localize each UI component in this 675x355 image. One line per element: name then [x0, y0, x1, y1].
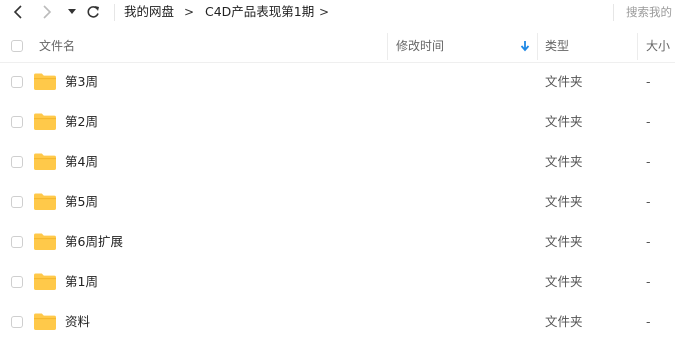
file-type: 文件夹 — [545, 74, 583, 89]
row-checkbox[interactable] — [11, 276, 23, 288]
breadcrumb-separator: > — [184, 5, 195, 19]
divider — [613, 4, 614, 21]
column-divider[interactable] — [387, 33, 388, 60]
file-type: 文件夹 — [545, 114, 583, 129]
row-checkbox[interactable] — [11, 156, 23, 168]
table-row[interactable]: 第5周 文件夹 - — [0, 182, 675, 222]
folder-icon — [34, 113, 56, 130]
table-row[interactable]: 第2周 文件夹 - — [0, 102, 675, 142]
refresh-icon — [87, 6, 99, 18]
table-row[interactable]: 第4周 文件夹 - — [0, 142, 675, 182]
table-row[interactable]: 第1周 文件夹 - — [0, 262, 675, 302]
file-size: - — [646, 114, 651, 129]
file-name[interactable]: 第3周 — [65, 62, 98, 102]
file-name[interactable]: 第1周 — [65, 262, 98, 302]
file-name[interactable]: 第5周 — [65, 182, 98, 222]
file-size: - — [646, 234, 651, 249]
history-dropdown-button[interactable] — [66, 4, 78, 20]
column-divider[interactable] — [537, 33, 538, 60]
folder-icon — [34, 73, 56, 90]
navigation-bar: 我的网盘 > C4D产品表现第1期 > — [0, 0, 675, 25]
row-checkbox[interactable] — [11, 316, 23, 328]
refresh-button[interactable] — [84, 4, 102, 20]
divider — [114, 4, 115, 21]
column-header-modified[interactable]: 修改时间 — [396, 31, 444, 62]
file-name[interactable]: 第2周 — [65, 102, 98, 142]
file-list-header: 文件名 修改时间 类型 大小 — [0, 31, 675, 63]
file-type: 文件夹 — [545, 274, 583, 289]
file-type: 文件夹 — [545, 154, 583, 169]
search-input[interactable] — [616, 2, 675, 22]
file-size: - — [646, 74, 651, 89]
column-divider[interactable] — [637, 33, 638, 60]
chevron-left-icon — [13, 5, 22, 19]
caret-down-icon — [68, 9, 76, 14]
column-header-type[interactable]: 类型 — [545, 31, 569, 62]
file-type: 文件夹 — [545, 234, 583, 249]
file-type: 文件夹 — [545, 314, 583, 329]
file-size: - — [646, 154, 651, 169]
folder-icon — [34, 313, 56, 330]
file-name[interactable]: 第6周扩展 — [65, 222, 123, 262]
folder-icon — [34, 273, 56, 290]
forward-button[interactable] — [38, 4, 56, 20]
breadcrumb-root[interactable]: 我的网盘 — [124, 4, 174, 20]
row-checkbox[interactable] — [11, 116, 23, 128]
back-button[interactable] — [9, 4, 27, 20]
file-size: - — [646, 314, 651, 329]
file-size: - — [646, 194, 651, 209]
chevron-right-icon — [43, 5, 52, 19]
table-row[interactable]: 第6周扩展 文件夹 - — [0, 222, 675, 262]
column-header-name[interactable]: 文件名 — [39, 31, 75, 62]
table-row[interactable]: 资料 文件夹 - — [0, 302, 675, 342]
breadcrumb-separator[interactable]: > — [319, 4, 329, 20]
row-checkbox[interactable] — [11, 76, 23, 88]
file-name[interactable]: 资料 — [65, 302, 90, 342]
file-size: - — [646, 274, 651, 289]
folder-icon — [34, 193, 56, 210]
row-checkbox[interactable] — [11, 196, 23, 208]
folder-icon — [34, 233, 56, 250]
file-name[interactable]: 第4周 — [65, 142, 98, 182]
table-row[interactable]: 第3周 文件夹 - — [0, 62, 675, 102]
breadcrumb-current-folder[interactable]: C4D产品表现第1期 — [205, 4, 314, 20]
sort-descending-icon[interactable] — [519, 40, 531, 53]
row-checkbox[interactable] — [11, 236, 23, 248]
file-type: 文件夹 — [545, 194, 583, 209]
select-all-checkbox[interactable] — [11, 40, 23, 52]
folder-icon — [34, 153, 56, 170]
column-header-size[interactable]: 大小 — [646, 31, 670, 62]
